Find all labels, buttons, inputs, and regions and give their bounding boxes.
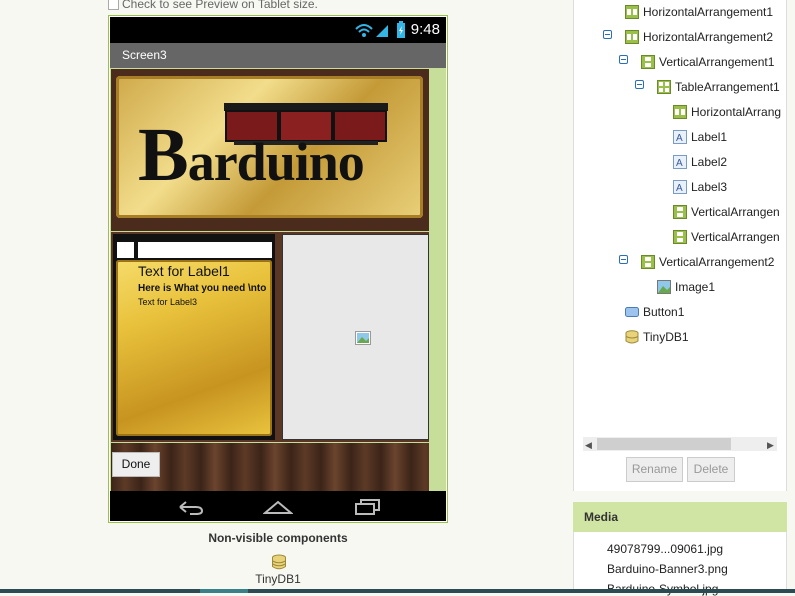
tablet-preview-checkbox[interactable] [108,0,119,10]
wifi-signal-icon [355,24,388,37]
tree-item-button1[interactable]: Button1 [625,305,684,319]
tinydb-icon[interactable] [271,554,287,570]
tree-item-label3[interactable]: A Label3 [673,180,727,194]
screen-title-bar: Screen3 [110,43,446,68]
horizontal-arrangement-icon [673,105,687,119]
tree-item-label2[interactable]: A Label2 [673,155,727,169]
tablet-preview-label: Check to see Preview on Tablet size. [122,0,318,11]
media-file-item[interactable]: 49078799...09061.jpg [607,542,723,556]
media-header: Media [573,502,787,532]
label2-preview[interactable]: Here is What you need \nto [138,283,272,294]
banner-logo-first-letter: B [138,113,189,197]
label1-preview[interactable]: Text for Label1 [138,263,230,279]
phone-status-bar: 9:48 [110,17,446,43]
tree-item-horizontal-arrangement-2[interactable]: HorizontalArrangement2 [625,30,773,44]
status-time: 9:48 [410,21,440,38]
horizontal-arrangement-icon [625,5,639,19]
tinydb-icon [625,330,639,344]
vertical-arrangement-icon [641,55,655,69]
svg-text:A: A [676,183,683,194]
media-file-item[interactable]: Barduino-Banner3.png [607,562,728,576]
banner-logo-rest: arduino [187,132,365,192]
battery-charging-icon [397,21,405,38]
done-button[interactable]: Done [112,452,160,477]
rename-button[interactable]: Rename [626,457,683,482]
tree-item-tinydb1[interactable]: TinyDB1 [625,330,689,344]
bottom-taskbar-accent [200,589,248,593]
collapse-toggle-vertical-arrangement-1[interactable] [619,55,628,64]
label3-preview[interactable]: Text for Label3 [138,297,197,307]
vertical-arrangement-icon [673,205,687,219]
screen-title: Screen3 [122,48,167,62]
horizontal-arrangement-icon [625,30,639,44]
media-title: Media [584,510,619,524]
home-icon [263,500,293,514]
vertical-arrangement-icon [673,230,687,244]
delete-button[interactable]: Delete [687,457,735,482]
table-arrangement-icon [657,80,671,94]
tree-item-horizontal-arrangement-inner[interactable]: HorizontalArrang [673,105,781,119]
recent-apps-icon [355,499,380,515]
tree-item-image1[interactable]: Image1 [657,280,715,294]
tree-item-vertical-arrangement-inner-2[interactable]: VerticalArrangen [673,230,780,244]
button-icon [625,307,639,317]
tree-item-vertical-arrangement-2[interactable]: VerticalArrangement2 [641,255,774,269]
collapse-toggle-horizontal-arrangement-2[interactable] [603,30,612,39]
tree-item-vertical-arrangement-inner-1[interactable]: VerticalArrangen [673,205,780,219]
vertical-arrangement-icon [641,255,655,269]
back-icon [179,501,204,515]
components-tree-panel [573,0,787,491]
bottom-taskbar-strip [0,589,795,593]
svg-text:A: A [676,133,683,144]
tablet-preview-checkbox-row[interactable]: Check to see Preview on Tablet size. [108,0,318,14]
label-icon: A [673,130,687,144]
tree-item-vertical-arrangement-1[interactable]: VerticalArrangement1 [641,55,774,69]
label-icon: A [673,155,687,169]
nonvisible-components-title: Non-visible components [208,531,348,545]
label-icon: A [673,180,687,194]
tinydb-nonvisible-label[interactable]: TinyDB1 [108,572,448,586]
scroll-left-icon[interactable]: ◀ [585,440,592,451]
vertical-arrangement-cell-2[interactable] [138,242,272,258]
tree-item-horizontal-arrangement-1[interactable]: HorizontalArrangement1 [625,5,773,19]
image1-placeholder-icon[interactable] [355,331,371,345]
scroll-right-icon[interactable]: ▶ [767,440,774,451]
tree-item-label1[interactable]: A Label1 [673,130,727,144]
banner-logo-text: Barduino [138,112,365,199]
svg-text:A: A [676,158,683,169]
collapse-toggle-table-arrangement-1[interactable] [635,80,644,89]
tree-item-table-arrangement-1[interactable]: TableArrangement1 [657,80,780,94]
vertical-arrangement-cell-1[interactable] [117,242,134,258]
scrollbar-thumb[interactable] [597,438,731,450]
image-icon [657,280,671,294]
collapse-toggle-vertical-arrangement-2[interactable] [619,255,628,264]
phone-navigation-bar [110,491,446,521]
